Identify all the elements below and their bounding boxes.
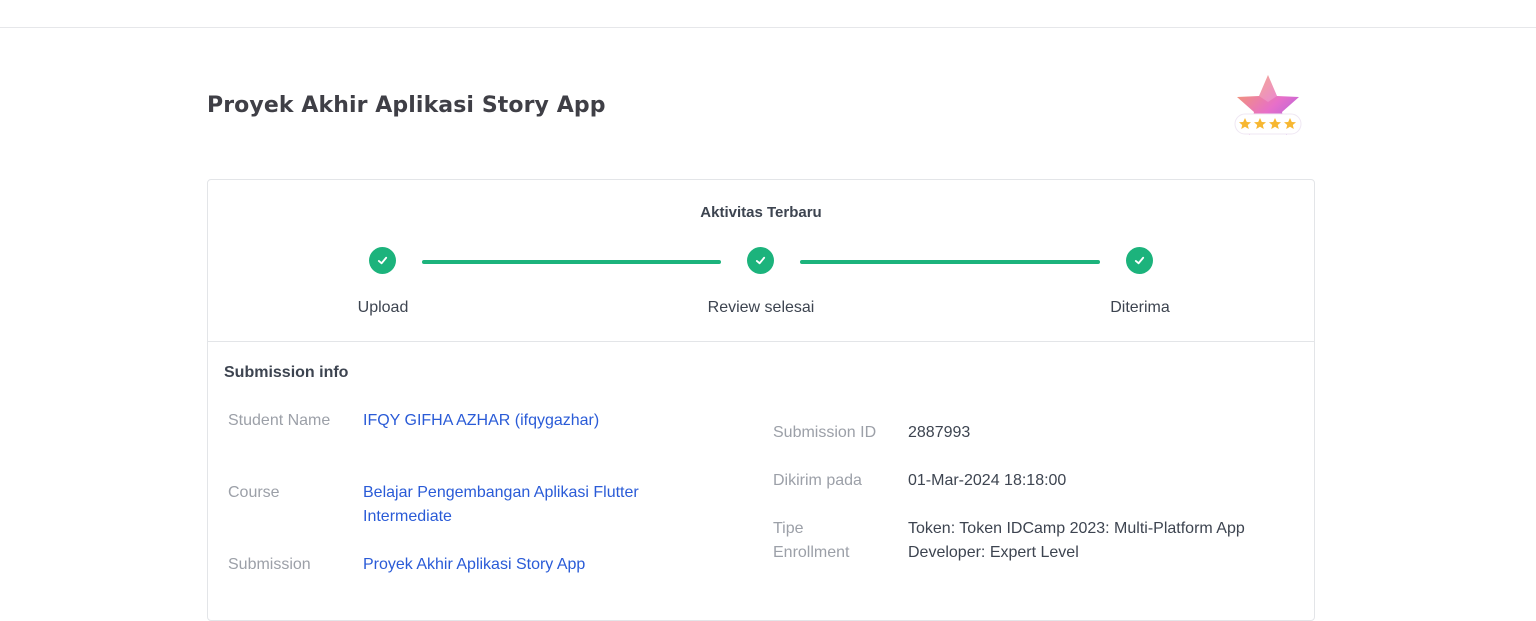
sent-at-label: Dikirim pada [773,472,862,489]
submission-id-label: Submission ID [773,424,877,441]
page-title: Proyek Akhir Aplikasi Story App [207,93,606,118]
step-accepted-check-icon [1126,247,1153,274]
enrollment-type-value: Token: Token IDCamp 2023: Multi-Platform… [908,520,1245,561]
submission-card: Aktivitas Terbaru Upload Review selesai … [207,179,1315,621]
submission-id-value: 2887993 [908,424,971,441]
sent-at-value: 01-Mar-2024 18:18:00 [908,472,1067,489]
enrollment-type-label: Tipe Enrollment [773,520,850,561]
step-label-accepted: Diterima [1110,299,1170,316]
step-connector [422,260,721,264]
activity-title: Aktivitas Terbaru [700,204,822,221]
step-label-upload: Upload [357,299,409,316]
submission-info-title: Submission info [224,364,349,381]
step-upload-check-icon [369,247,396,274]
course-link[interactable]: Belajar Pengembangan Aplikasi Flutter In… [363,481,683,529]
submission-link[interactable]: Proyek Akhir Aplikasi Story App [363,553,723,577]
step-connector [800,260,1100,264]
submission-label: Submission [228,556,311,573]
student-name-link[interactable]: IFQY GIFHA AZHAR (ifqygazhar) [363,409,723,433]
student-name-label: Student Name [228,412,331,429]
course-label: Course [228,484,280,501]
activity-progress: Aktivitas Terbaru Upload Review selesai … [208,180,1314,342]
top-navbar [0,0,1536,28]
star-rating-badge-icon [1230,72,1306,142]
step-review-check-icon [747,247,774,274]
step-label-review: Review selesai [707,299,815,316]
